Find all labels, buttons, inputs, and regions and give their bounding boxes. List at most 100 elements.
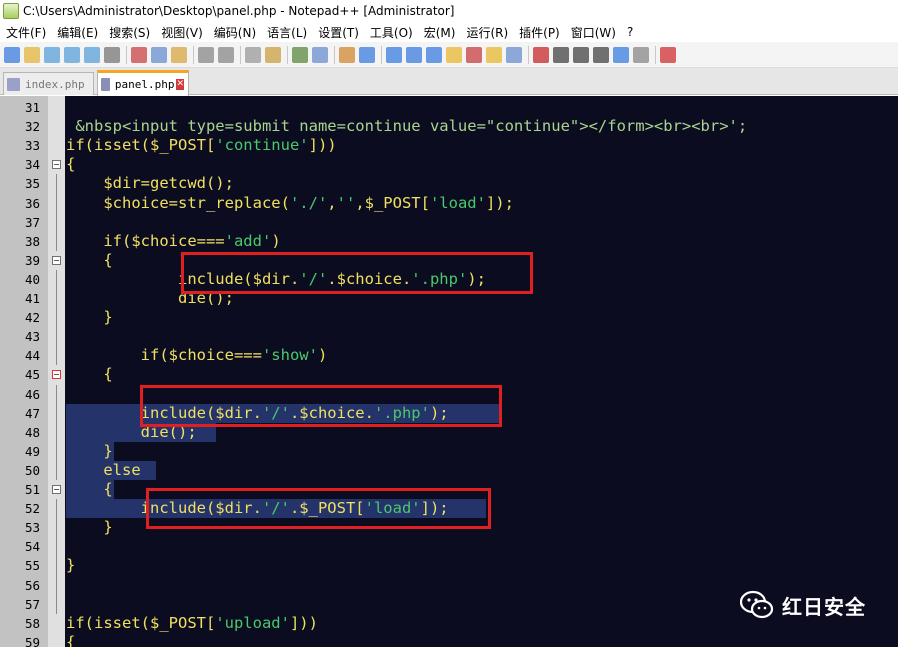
doc-map-icon[interactable] xyxy=(466,46,482,63)
menu-item[interactable]: 搜索(S) xyxy=(103,24,155,41)
tab-label: panel.php xyxy=(114,78,175,91)
tab-bar: index.php panel.php ✕ xyxy=(0,68,898,96)
line-number: 40 xyxy=(24,271,40,287)
highlight-box xyxy=(181,252,533,294)
code-line: if($choice==='show') xyxy=(66,346,328,365)
show-all-icon[interactable] xyxy=(406,46,422,63)
code-token: } xyxy=(66,518,113,537)
menu-item[interactable]: 插件(P) xyxy=(513,24,565,41)
code-line: else xyxy=(66,461,140,480)
code-token: ,$_POST[ xyxy=(355,193,430,212)
tool-icon[interactable] xyxy=(660,46,676,63)
close-tab-icon[interactable]: ✕ xyxy=(176,79,184,90)
close-icon[interactable] xyxy=(84,46,100,63)
run-macro-icon[interactable] xyxy=(593,46,609,63)
code-token: 'add' xyxy=(224,231,272,250)
code-line: &nbsp<input type=submit name=continue va… xyxy=(66,117,747,136)
line-number: 35 xyxy=(24,176,40,192)
menu-item[interactable]: 编码(N) xyxy=(208,24,261,41)
line-number: 44 xyxy=(24,348,40,364)
tab-label: index.php xyxy=(25,77,85,91)
code-line: { xyxy=(66,480,112,499)
code-token: { xyxy=(66,155,76,174)
cut-icon[interactable] xyxy=(131,46,147,63)
menu-item[interactable]: 文件(F) xyxy=(0,24,51,41)
code-token: ) xyxy=(271,231,281,250)
paste-icon[interactable] xyxy=(171,46,187,63)
code-token: if($choice=== xyxy=(66,346,262,365)
line-number: 50 xyxy=(24,462,40,478)
func-list-icon[interactable] xyxy=(486,46,502,63)
line-number: 46 xyxy=(24,386,40,402)
code-token: if(isset($_POST[ xyxy=(66,613,216,632)
indent-guide-icon[interactable] xyxy=(426,46,442,63)
copy-icon[interactable] xyxy=(151,46,167,63)
toolbar-separator xyxy=(193,45,194,64)
word-wrap-icon[interactable] xyxy=(386,46,402,63)
menu-item[interactable]: 窗口(W) xyxy=(565,24,621,41)
sync-v-icon[interactable] xyxy=(339,46,355,63)
code-token: 'show' xyxy=(261,346,318,365)
menu-item[interactable]: 编辑(E) xyxy=(51,24,103,41)
find-icon[interactable] xyxy=(245,46,261,63)
menu-item[interactable]: 视图(V) xyxy=(155,24,208,41)
udl-icon[interactable] xyxy=(446,46,462,63)
code-token: $choice=str_replace( xyxy=(66,193,290,212)
menu-item[interactable]: 运行(R) xyxy=(460,24,513,41)
toolbar-separator xyxy=(287,45,288,64)
code-token: &nbsp<input type=submit name=continue va… xyxy=(66,117,748,136)
code-line: { xyxy=(66,251,112,270)
save-icon[interactable] xyxy=(44,46,60,63)
code-line: $choice=str_replace('./','',$_POST['load… xyxy=(66,194,514,213)
toolbar-separator xyxy=(126,45,127,64)
code-line: $dir=getcwd(); xyxy=(66,174,234,193)
code-token: ])) xyxy=(289,613,318,632)
toolbar-separator xyxy=(528,45,529,64)
line-number: 42 xyxy=(24,310,40,326)
sync-h-icon[interactable] xyxy=(359,46,375,63)
replace-icon[interactable] xyxy=(265,46,281,63)
fold-line xyxy=(56,499,57,614)
menu-item[interactable]: 宏(M) xyxy=(418,24,461,41)
play-macro-icon[interactable] xyxy=(573,46,589,63)
fold-toggle-icon[interactable]: − xyxy=(52,160,61,170)
menu-item[interactable]: 设置(T) xyxy=(312,24,364,41)
print-icon[interactable] xyxy=(104,46,120,63)
record-macro-icon[interactable] xyxy=(533,46,549,63)
redo-icon[interactable] xyxy=(218,46,234,63)
code-line: if($choice==='add') xyxy=(66,231,281,251)
fold-toggle-icon[interactable]: − xyxy=(52,485,61,494)
save-macro-icon[interactable] xyxy=(613,46,629,63)
tab-index-php[interactable]: index.php xyxy=(3,72,94,95)
menu-item[interactable]: ? xyxy=(621,25,638,39)
stop-macro-icon[interactable] xyxy=(553,46,569,63)
zoom-in-icon[interactable] xyxy=(292,46,308,63)
fold-toggle-icon[interactable]: − xyxy=(52,255,61,265)
code-editor[interactable]: 31 32 33 34 35 36 37 38 39 40 41 42 43 44 45 46 47 48 49 50… xyxy=(0,96,898,647)
line-number: 51 xyxy=(24,482,40,497)
tool-icon[interactable] xyxy=(633,46,649,63)
tab-panel-php[interactable]: panel.php ✕ xyxy=(97,70,189,96)
line-number: 55 xyxy=(24,558,40,574)
toolbar-separator xyxy=(334,45,335,64)
toolbar-separator xyxy=(240,45,241,64)
wechat-icon xyxy=(740,590,774,619)
open-file-icon[interactable] xyxy=(24,46,40,63)
menu-item[interactable]: 工具(O) xyxy=(364,24,418,41)
save-all-icon[interactable] xyxy=(64,46,80,63)
code-token: if(isset($_POST[ xyxy=(66,136,216,155)
line-number: 36 xyxy=(24,195,40,211)
folder-icon[interactable] xyxy=(506,46,522,63)
new-file-icon[interactable] xyxy=(4,46,20,63)
code-line: { xyxy=(66,155,75,174)
code-token: './' xyxy=(289,193,328,212)
code-token: { xyxy=(66,365,113,384)
code-line: { xyxy=(66,365,113,384)
fold-toggle-icon[interactable]: − xyxy=(52,370,61,380)
zoom-out-icon[interactable] xyxy=(312,46,328,63)
file-icon xyxy=(7,77,20,91)
watermark-text: 红日安全 xyxy=(782,594,866,619)
toolbar-separator xyxy=(381,45,382,64)
undo-icon[interactable] xyxy=(198,46,214,63)
menu-item[interactable]: 语言(L) xyxy=(261,24,312,41)
